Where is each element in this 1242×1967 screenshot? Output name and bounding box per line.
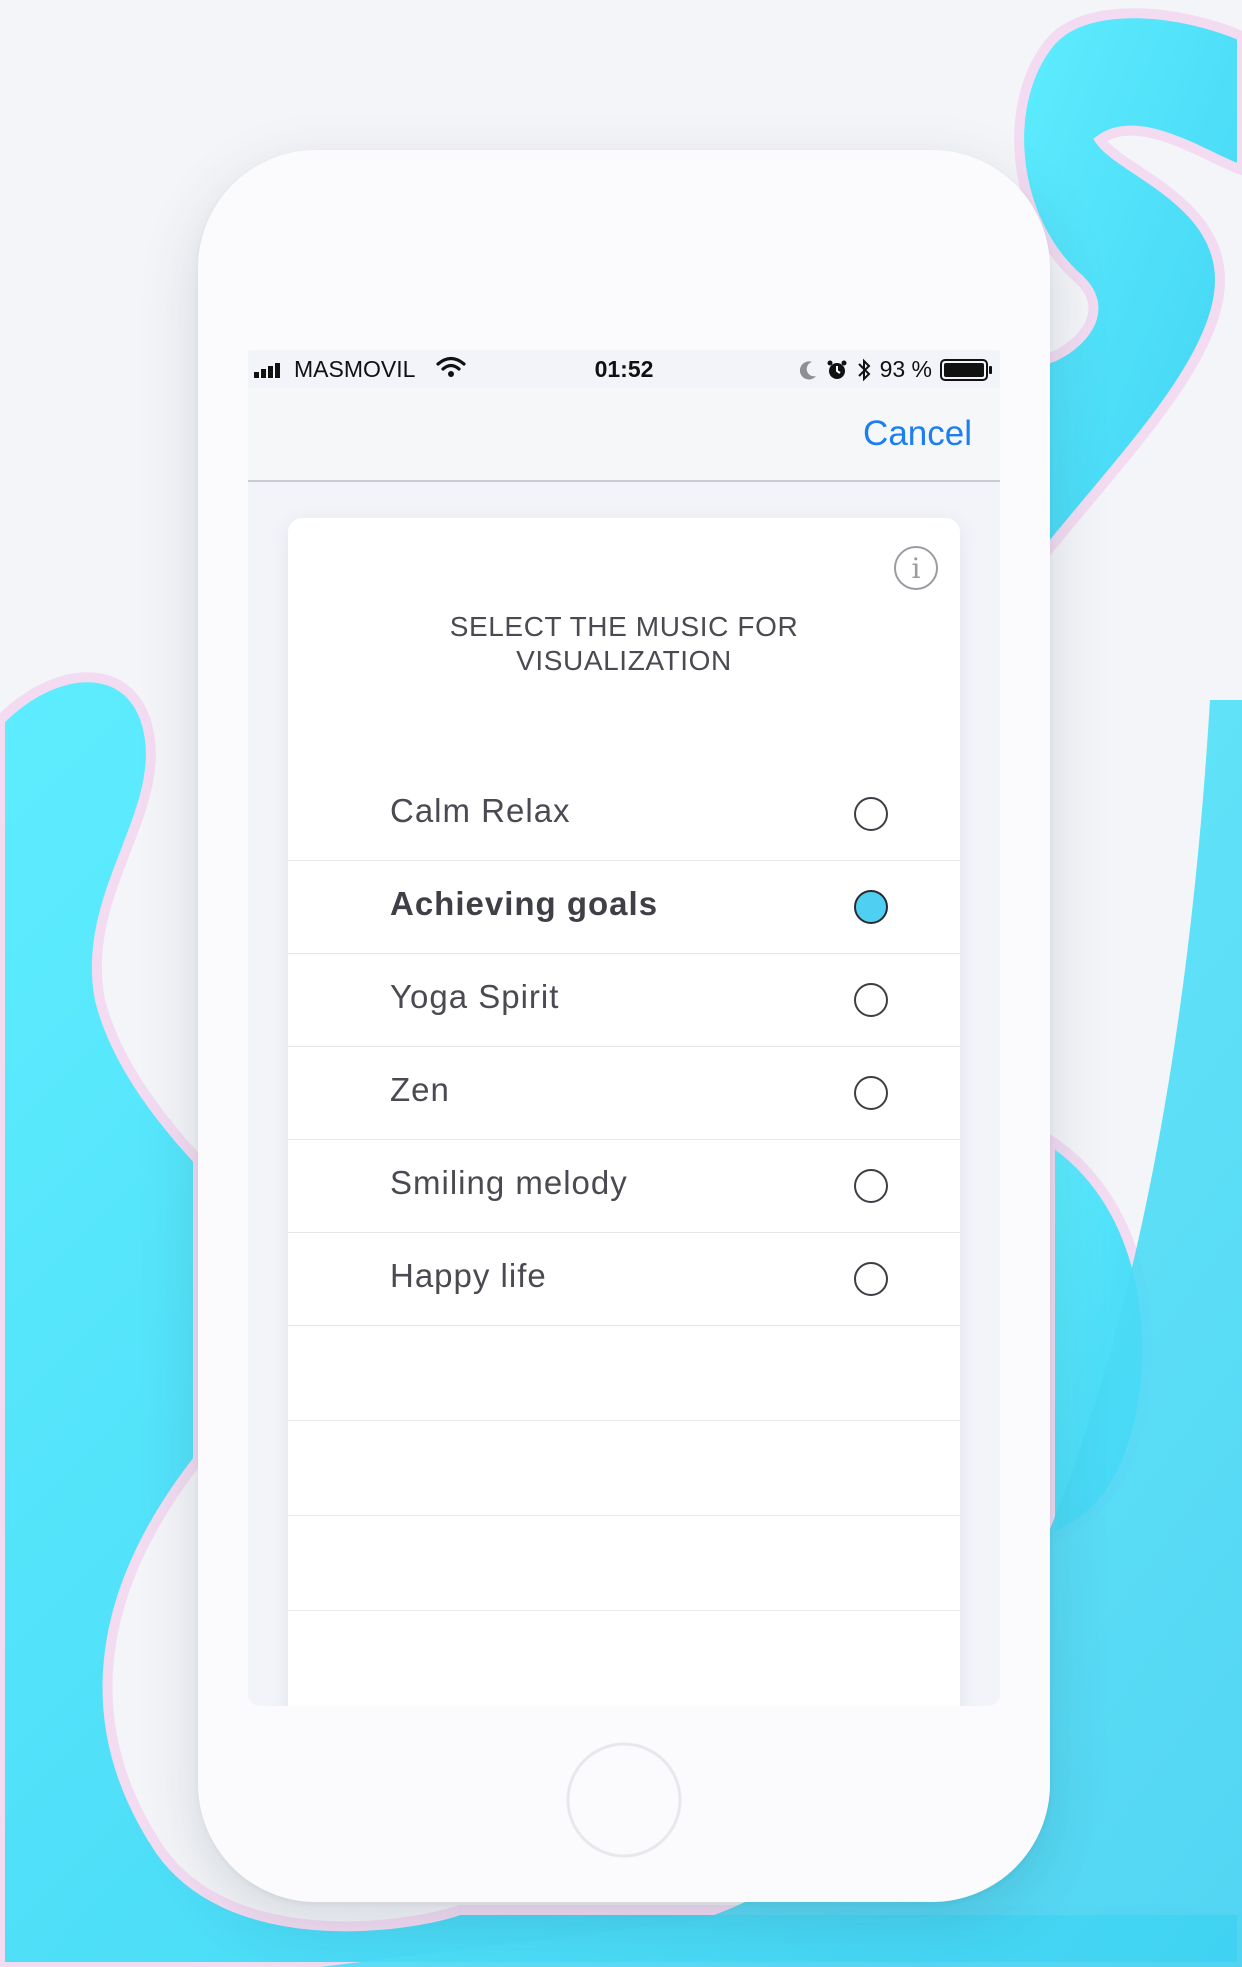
card-title: SELECT THE MUSIC FOR VISUALIZATION (288, 610, 960, 678)
bluetooth-icon (857, 358, 870, 381)
track-label: Yoga Spirit (390, 978, 560, 1015)
battery-icon (940, 358, 992, 381)
music-selection-card: i SELECT THE MUSIC FOR VISUALIZATION Cal… (288, 518, 960, 1706)
card-title-line-1: SELECT THE MUSIC FOR (449, 611, 799, 642)
cancel-button[interactable]: Cancel (863, 414, 972, 454)
battery-percent: 93 % (879, 356, 932, 382)
status-indicators: 93 % (799, 356, 994, 383)
track-label: Calm Relax (390, 792, 571, 829)
navigation-bar: Cancel (248, 388, 1000, 482)
empty-row (288, 1326, 960, 1421)
list-item[interactable]: Yoga Spirit (288, 954, 960, 1047)
list-item[interactable]: Smiling melody (288, 1140, 960, 1233)
track-label: Happy life (390, 1257, 547, 1294)
status-bar: MASMOVIL 01:52 93 % (248, 350, 1000, 388)
list-item[interactable]: Happy life (288, 1233, 960, 1326)
card-title-line-2: VISUALIZATION (516, 645, 732, 676)
track-label: Zen (390, 1071, 450, 1108)
list-item[interactable]: Zen (288, 1047, 960, 1140)
info-icon[interactable]: i (894, 546, 938, 590)
home-button[interactable] (564, 1740, 684, 1860)
radio-button-selected[interactable] (854, 890, 888, 924)
radio-button[interactable] (854, 983, 888, 1017)
music-list: Calm Relax Achieving goals Yoga Spirit Z… (288, 768, 960, 1611)
moon-icon (799, 360, 816, 379)
list-item[interactable]: Achieving goals (288, 861, 960, 954)
track-label: Achieving goals (390, 885, 659, 922)
empty-row (288, 1421, 960, 1516)
track-label: Smiling melody (390, 1164, 628, 1201)
radio-button[interactable] (854, 797, 888, 831)
phone-screen: MASMOVIL 01:52 93 % Cancel i SELECT THE … (248, 350, 1000, 1706)
radio-button[interactable] (854, 1169, 888, 1203)
list-item[interactable]: Calm Relax (288, 768, 960, 861)
radio-button[interactable] (854, 1262, 888, 1296)
empty-row (288, 1516, 960, 1611)
radio-button[interactable] (854, 1076, 888, 1110)
alarm-icon (827, 360, 847, 379)
